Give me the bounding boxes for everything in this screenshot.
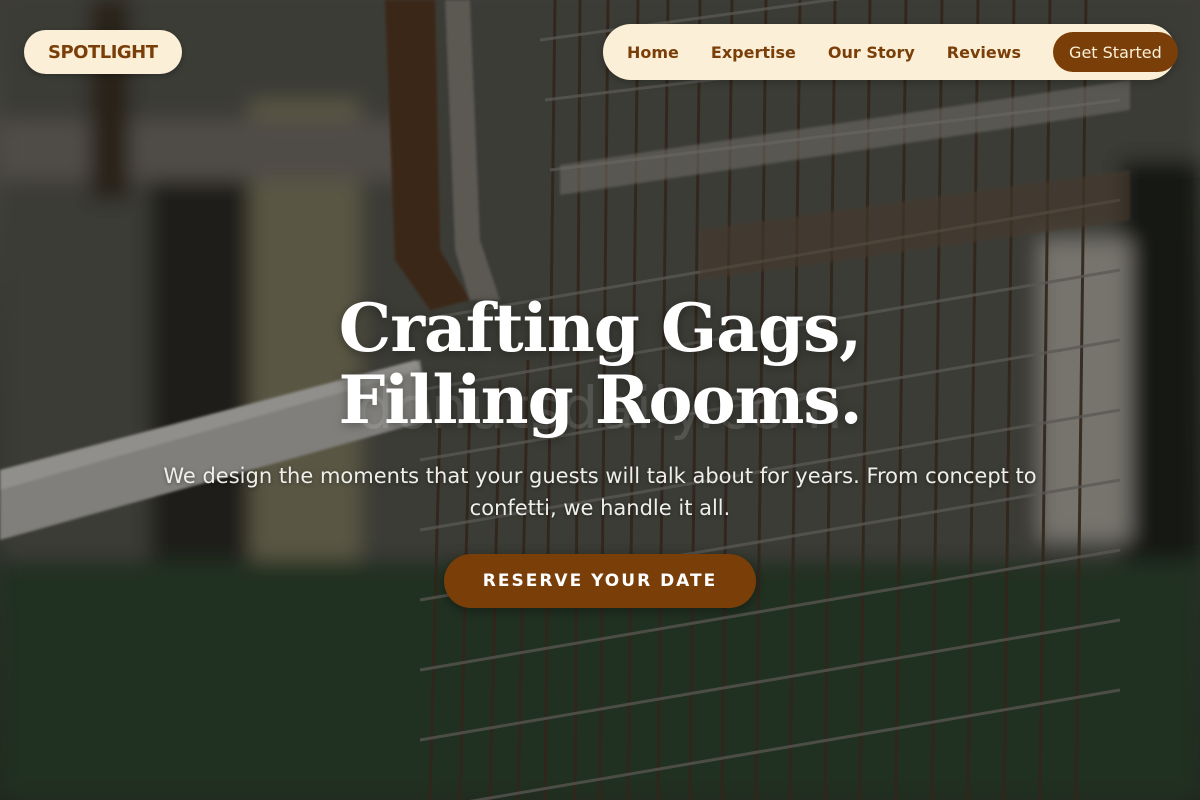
hero-subtitle: We design the moments that your guests w… xyxy=(163,464,1037,520)
logo-link[interactable]: SPOTLIGHT xyxy=(24,30,182,74)
hero-section: donutsdaily.com Crafting Gags, Filling R… xyxy=(150,292,1050,608)
nav-link-expertise[interactable]: Expertise xyxy=(711,43,796,62)
nav-link-our-story[interactable]: Our Story xyxy=(828,43,915,62)
get-started-button[interactable]: Get Started xyxy=(1053,32,1178,72)
nav-link-reviews[interactable]: Reviews xyxy=(947,43,1021,62)
hero-title: Crafting Gags, Filling Rooms. xyxy=(338,289,862,439)
reserve-date-button[interactable]: RESERVE YOUR DATE xyxy=(444,554,756,608)
nav-link-home[interactable]: Home xyxy=(627,43,679,62)
main-nav: Home Expertise Our Story Reviews Get Sta… xyxy=(603,24,1178,80)
logo-text: SPOTLIGHT xyxy=(48,41,158,63)
